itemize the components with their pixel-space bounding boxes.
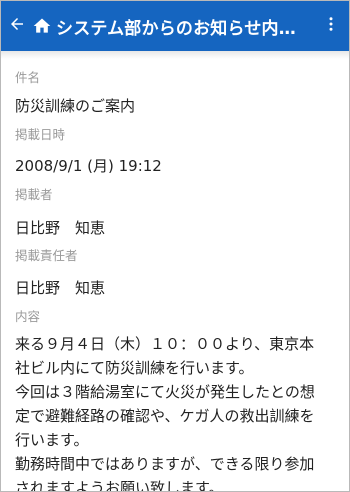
content-line: 定で避難経路の確認や、ケガ人の救出訓練を: [15, 407, 315, 425]
subject-value: 防災訓練のご案内: [15, 97, 136, 115]
more-vertical-icon: [322, 15, 340, 37]
screen: システム部からのお知らせ内… 件名 防災訓練のご案内 掲載日時 2008/9/1…: [0, 0, 350, 492]
poster-value: 日比野 知恵: [15, 219, 106, 237]
content-line: 今回は３階給湯室にて火災が発生したとの想: [15, 383, 315, 401]
arrow-left-icon: [8, 15, 26, 37]
page-title: システム部からのお知らせ内…: [56, 18, 296, 39]
app-bar: システム部からのお知らせ内…: [1, 1, 349, 51]
responsible-label: 掲載責任者: [15, 248, 78, 263]
content-line: 勤務時間中ではありますが、できる限り参加: [15, 455, 315, 473]
content-line: されますようお願い致します。: [15, 479, 224, 492]
overflow-menu-button[interactable]: [313, 1, 349, 51]
appbar-shadow: [1, 51, 349, 59]
date-value: 2008/9/1 (月) 19:12: [15, 157, 162, 175]
back-button[interactable]: [2, 1, 32, 51]
content-line: 来る９月４日（木）１０：００より、東京本: [15, 335, 315, 353]
content-line: 社ビル内にて防災訓練を行います。: [15, 359, 254, 377]
responsible-value: 日比野 知恵: [15, 279, 106, 297]
content-line: 行います。: [15, 431, 89, 449]
content-label: 内容: [15, 309, 41, 324]
notice-detail: 件名 防災訓練のご案内 掲載日時 2008/9/1 (月) 19:12 掲載者 …: [1, 59, 349, 491]
poster-label: 掲載者: [15, 187, 53, 202]
content-body: 来る９月４日（木）１０：００より、東京本 社ビル内にて防災訓練を行います。 今回…: [15, 332, 335, 492]
home-icon[interactable]: [32, 16, 52, 36]
date-label: 掲載日時: [15, 127, 66, 142]
subject-label: 件名: [15, 70, 41, 85]
